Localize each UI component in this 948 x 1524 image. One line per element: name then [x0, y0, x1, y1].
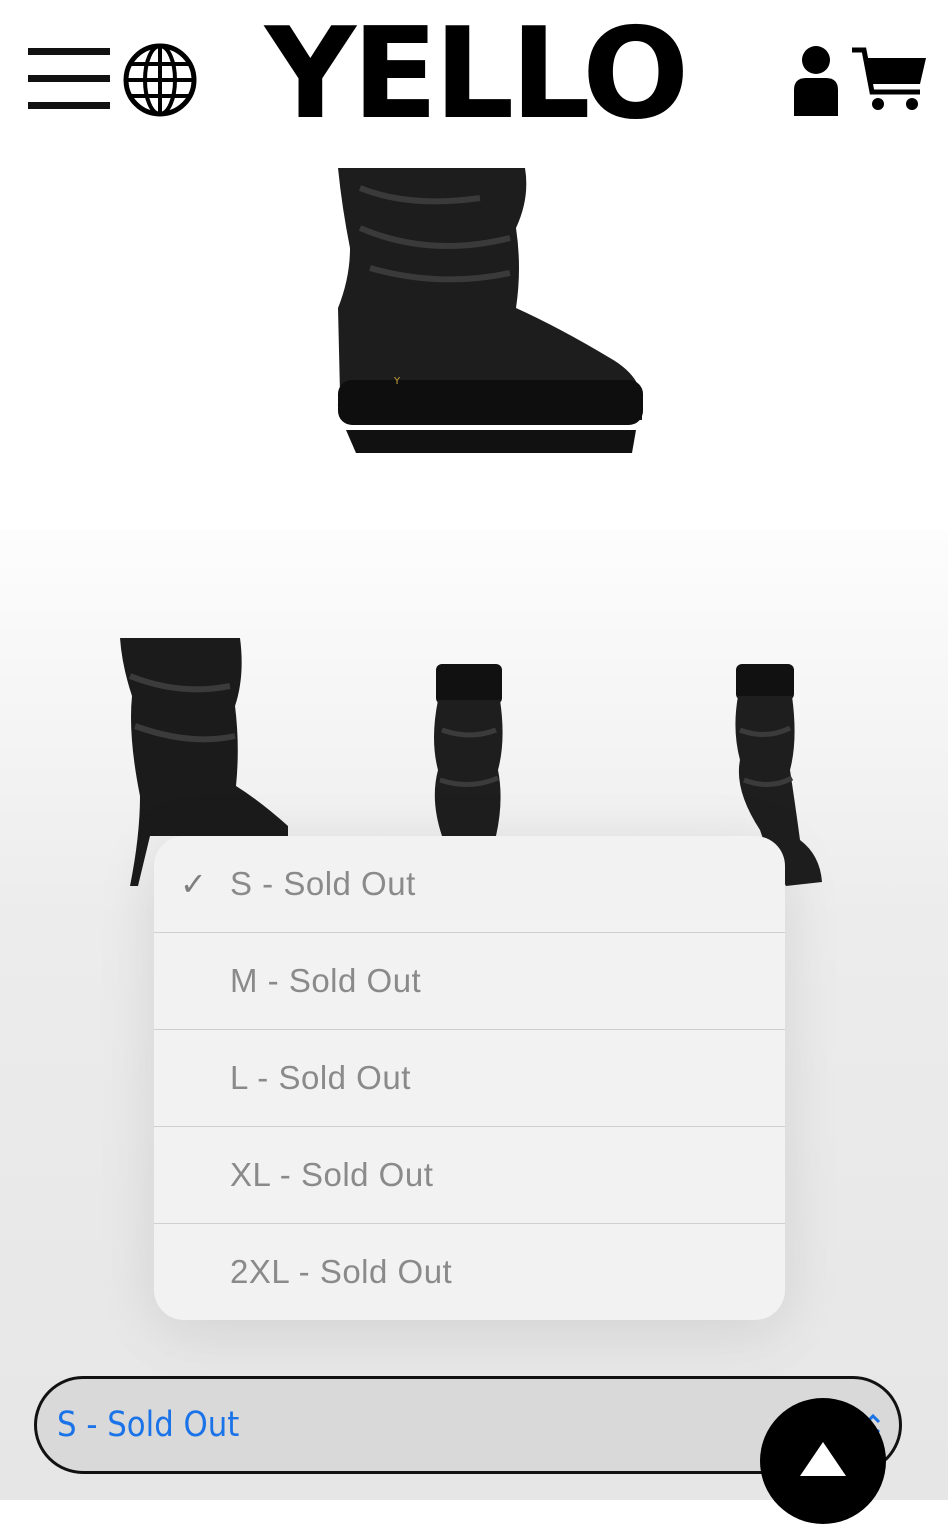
size-option-xl[interactable]: XL - Sold Out [154, 1127, 785, 1224]
thumbnail-image[interactable] [420, 660, 520, 840]
size-select-value: S - Sold Out [57, 1405, 240, 1445]
main-product-image[interactable]: Y [320, 168, 660, 468]
size-option-label: M - Sold Out [230, 962, 422, 999]
user-account-icon[interactable] [790, 44, 842, 116]
size-option-label: 2XL - Sold Out [230, 1253, 453, 1290]
hamburger-menu-icon[interactable] [28, 48, 110, 110]
size-option-s[interactable]: ✓ S - Sold Out [154, 836, 785, 933]
checkmark-icon: ✓ [180, 866, 207, 902]
size-option-label: XL - Sold Out [230, 1156, 434, 1193]
size-option-m[interactable]: M - Sold Out [154, 933, 785, 1030]
size-option-2xl[interactable]: 2XL - Sold Out [154, 1224, 785, 1320]
svg-text:Y: Y [393, 376, 401, 387]
size-option-l[interactable]: L - Sold Out [154, 1030, 785, 1127]
size-options-menu: ✓ S - Sold Out M - Sold Out L - Sold Out… [154, 836, 785, 1320]
shopping-cart-icon[interactable] [850, 44, 928, 114]
size-option-label: S - Sold Out [230, 865, 416, 902]
globe-icon[interactable] [122, 42, 198, 118]
scroll-to-top-button[interactable] [760, 1398, 886, 1524]
brand-logo[interactable]: YELLO [240, 4, 710, 144]
site-header: YELLO [0, 0, 948, 160]
arrow-up-icon [800, 1442, 846, 1476]
size-option-label: L - Sold Out [230, 1059, 411, 1096]
